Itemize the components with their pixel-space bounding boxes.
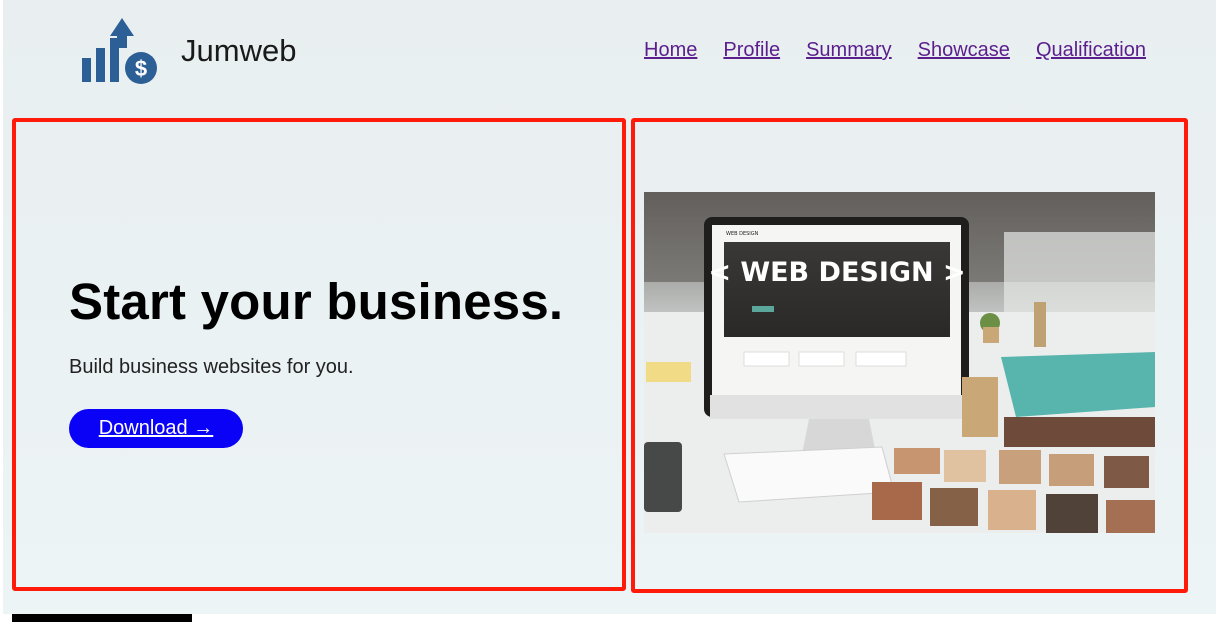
- hero-headline: Start your business.: [69, 273, 564, 330]
- footer-strip: [12, 614, 192, 622]
- growth-chart-dollar-icon[interactable]: $: [80, 18, 160, 86]
- hero-subline: Build business websites for you.: [69, 356, 354, 378]
- hero-text-highlight-box: [12, 118, 626, 591]
- nav-link-qualification[interactable]: Qualification: [1036, 39, 1146, 62]
- brand-name: Jumweb: [181, 33, 297, 68]
- screen-brand-text: WEB DESIGN: [726, 231, 759, 237]
- nav-link-profile[interactable]: Profile: [723, 39, 780, 62]
- screen-title-text: < WEB DESIGN >: [708, 257, 965, 288]
- nav-link-showcase[interactable]: Showcase: [918, 39, 1010, 62]
- nav-link-home[interactable]: Home: [644, 39, 697, 62]
- nav-link-summary[interactable]: Summary: [806, 39, 892, 62]
- svg-text:$: $: [135, 56, 147, 81]
- web-design-desk-illustration: < WEB DESIGN > WEB DESIGN: [644, 192, 1155, 533]
- hero-photo-web-design: < WEB DESIGN > WEB DESIGN: [644, 192, 1155, 533]
- site-header: $ Jumweb Home Profile Summary Showcase Q…: [0, 0, 1216, 104]
- download-button[interactable]: Download →: [69, 409, 243, 448]
- main-nav: Home Profile Summary Showcase Qualificat…: [644, 39, 1146, 62]
